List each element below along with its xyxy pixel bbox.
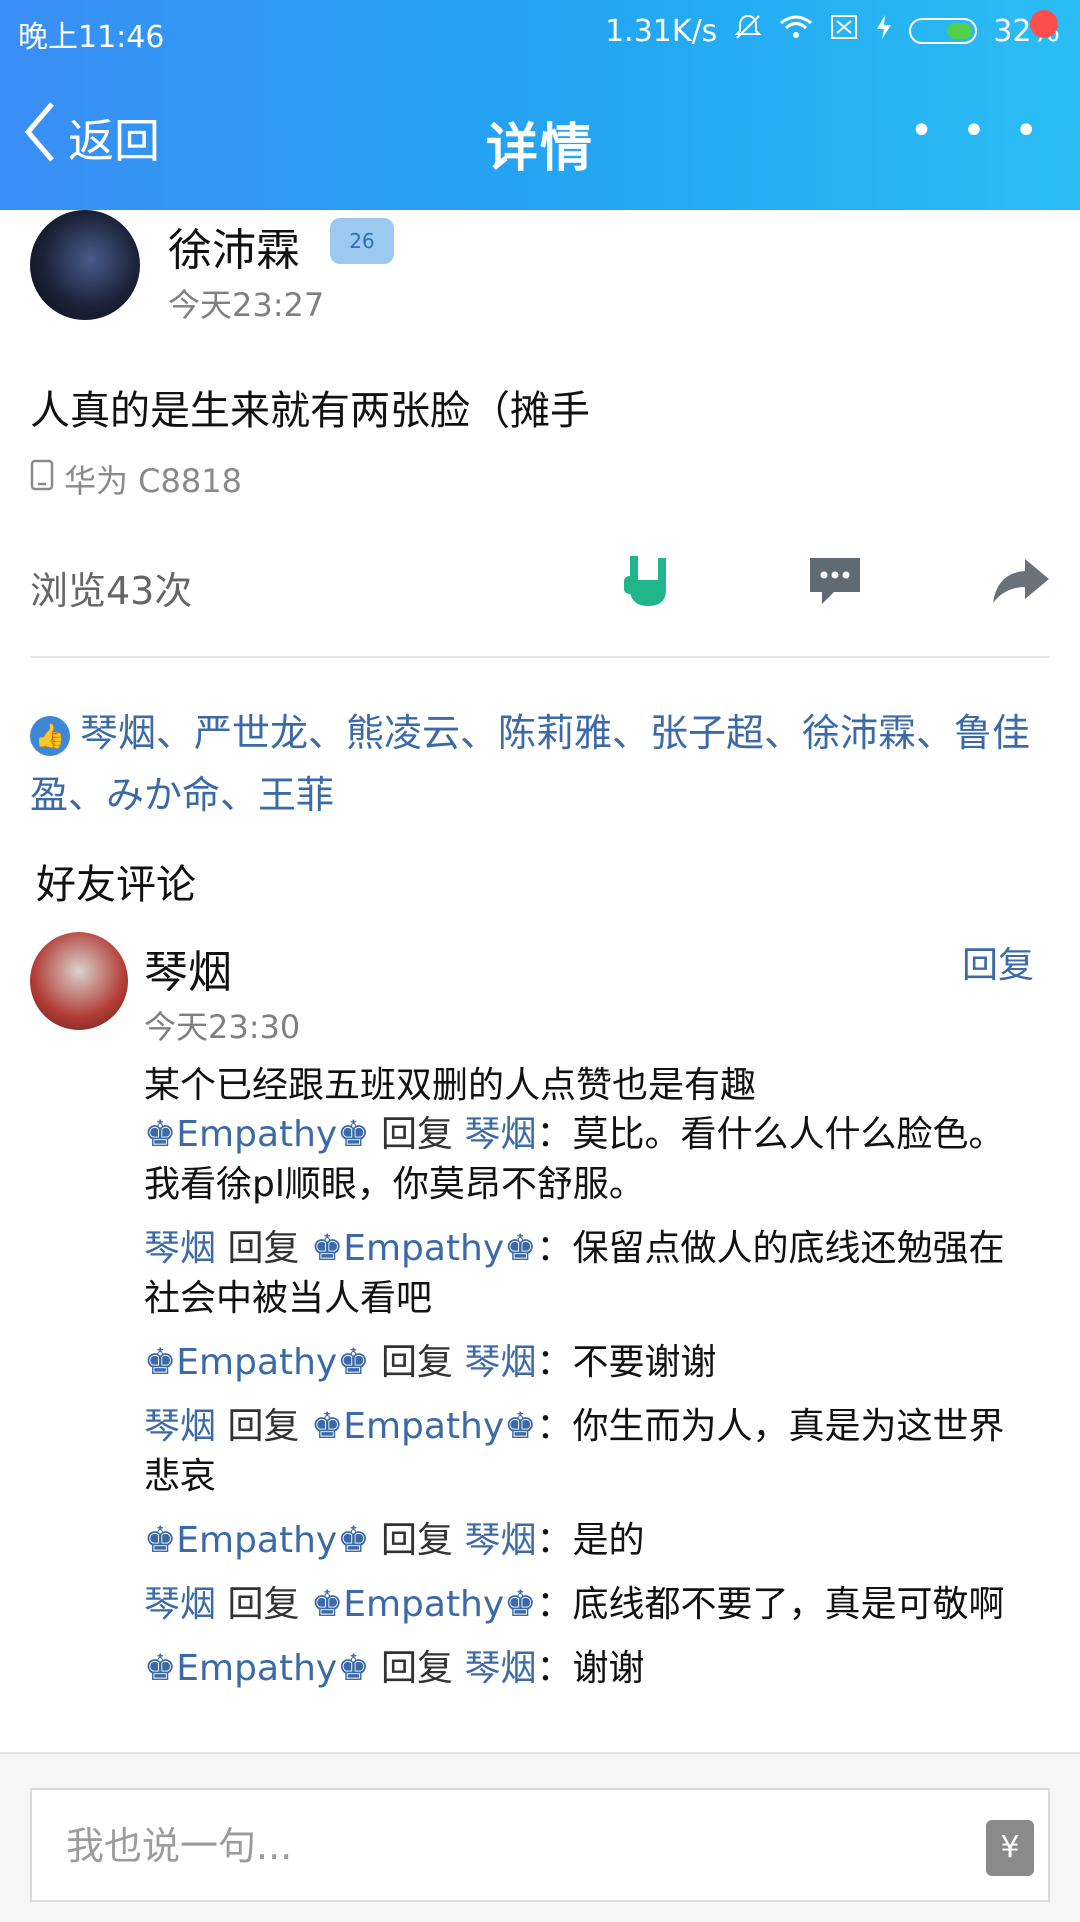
reply-item[interactable]: 琴烟 回复 ♚Empathy♚：保留点做人的底线还勉强在社会中被当人看吧 xyxy=(144,1224,1024,1324)
reply-from[interactable]: ♚Empathy♚ xyxy=(144,1648,370,1689)
post-header: 徐沛霖 26 今天23:27 xyxy=(30,210,1050,324)
rock-hand-like-icon xyxy=(618,550,680,616)
reply-word: 回复 xyxy=(380,1520,453,1561)
wifi-icon xyxy=(779,13,813,49)
status-time: 晚上11:46 xyxy=(18,20,165,55)
likes-list: 👍 琴烟、严世龙、熊凌云、陈莉雅、张子超、徐沛霖、鲁佳盈、みか命、王菲 xyxy=(30,702,1050,826)
comment-time: 今天23:30 xyxy=(144,1008,301,1046)
reply-button[interactable]: 回复 xyxy=(962,936,1034,988)
reply-from[interactable]: ♚Empathy♚ xyxy=(144,1342,370,1383)
device-label: 华为 C8818 xyxy=(64,462,242,500)
reply-from[interactable]: ♚Empathy♚ xyxy=(144,1520,370,1561)
comment-bubble-icon xyxy=(806,554,864,612)
level-badge-icon: 26 xyxy=(330,218,394,264)
network-speed: 1.31K/s xyxy=(605,13,718,49)
liker-names[interactable]: 琴烟、严世龙、熊凌云、陈莉雅、张子超、徐沛霖、鲁佳盈、みか命、王菲 xyxy=(30,711,1030,817)
status-bar: 晚上11:46 1.31K/s 32% xyxy=(0,0,1080,62)
comments-section-title: 好友评论 xyxy=(36,862,196,908)
reply-text: ：不要谢谢 xyxy=(536,1342,717,1383)
reply-item[interactable]: ♚Empathy♚ 回复 琴烟：是的 xyxy=(144,1516,1024,1566)
reply-item[interactable]: ♚Empathy♚ 回复 琴烟：不要谢谢 xyxy=(144,1338,1024,1388)
reply-from[interactable]: 琴烟 xyxy=(144,1406,216,1447)
more-options-button[interactable]: • • • xyxy=(910,108,1046,154)
comment-input-box: ¥ xyxy=(30,1788,1050,1902)
comment-input[interactable] xyxy=(32,1790,928,1902)
reply-item[interactable]: ♚Empathy♚ 回复 琴烟：莫比。看什么人什么脸色。我看徐pl顺眼，你莫昂不… xyxy=(144,1110,1024,1210)
reply-to[interactable]: 琴烟 xyxy=(464,1342,536,1383)
like-button[interactable] xyxy=(614,548,684,618)
reply-text: ：底线都不要了，真是可敬啊 xyxy=(536,1584,1005,1625)
view-count: 浏览43次 xyxy=(30,569,193,613)
reply-to[interactable]: ♚Empathy♚ xyxy=(311,1406,537,1447)
reply-text: ：谢谢 xyxy=(536,1648,645,1689)
reply-item[interactable]: ♚Empathy♚ 回复 琴烟：谢谢 xyxy=(144,1644,1024,1694)
reply-word: 回复 xyxy=(227,1228,300,1269)
divider xyxy=(30,656,1050,658)
reply-to[interactable]: 琴烟 xyxy=(464,1114,536,1155)
share-arrow-icon xyxy=(991,557,1051,609)
post-time: 今天23:27 xyxy=(168,286,325,324)
nav-bar: 返回 详情 • • • xyxy=(0,78,1080,188)
status-icons: 1.31K/s 32% xyxy=(605,12,1060,50)
red-packet-yen-icon[interactable]: ¥ xyxy=(986,1820,1034,1876)
sim-icon xyxy=(829,13,859,49)
app-header: 晚上11:46 1.31K/s 32% 返回 详情 • • • xyxy=(0,0,1080,210)
reply-word: 回复 xyxy=(380,1114,453,1155)
reply-thread: ♚Empathy♚ 回复 琴烟：莫比。看什么人什么脸色。我看徐pl顺眼，你莫昂不… xyxy=(144,1110,1024,1708)
reply-text: ：是的 xyxy=(536,1520,645,1561)
mute-bell-icon xyxy=(733,12,763,50)
battery-icon xyxy=(909,18,978,44)
reply-word: 回复 xyxy=(227,1584,300,1625)
share-button[interactable] xyxy=(986,548,1056,618)
commenter-avatar[interactable] xyxy=(30,932,128,1030)
post-device: 华为 C8818 xyxy=(30,456,242,502)
reply-to[interactable]: ♚Empathy♚ xyxy=(311,1228,537,1269)
reply-item[interactable]: 琴烟 回复 ♚Empathy♚：底线都不要了，真是可敬啊 xyxy=(144,1580,1024,1630)
author-avatar[interactable] xyxy=(30,210,140,320)
reply-word: 回复 xyxy=(380,1342,453,1383)
reply-to[interactable]: 琴烟 xyxy=(464,1648,536,1689)
commenter-name[interactable]: 琴烟 xyxy=(144,936,232,1000)
post-content: 人真的是生来就有两张脸（摊手 xyxy=(30,388,590,434)
comment-text: 某个已经跟五班双删的人点赞也是有趣 xyxy=(144,1065,757,1106)
reply-from[interactable]: 琴烟 xyxy=(144,1584,216,1625)
thumbs-up-icon: 👍 xyxy=(30,715,70,756)
post-author[interactable]: 徐沛霖 xyxy=(168,214,300,278)
reply-word: 回复 xyxy=(227,1406,300,1447)
reply-to[interactable]: 琴烟 xyxy=(464,1520,536,1561)
reply-item[interactable]: 琴烟 回复 ♚Empathy♚：你生而为人，真是为这世界悲哀 xyxy=(144,1402,1024,1502)
charging-icon xyxy=(875,13,893,49)
comment-input-bar: ¥ xyxy=(0,1752,1080,1922)
reply-from[interactable]: 琴烟 xyxy=(144,1228,216,1269)
reply-from[interactable]: ♚Empathy♚ xyxy=(144,1114,370,1155)
comment-button[interactable] xyxy=(800,548,870,618)
reply-to[interactable]: ♚Empathy♚ xyxy=(311,1584,537,1625)
notification-dot xyxy=(1030,10,1058,38)
reply-word: 回复 xyxy=(380,1648,453,1689)
phone-icon xyxy=(30,459,54,499)
